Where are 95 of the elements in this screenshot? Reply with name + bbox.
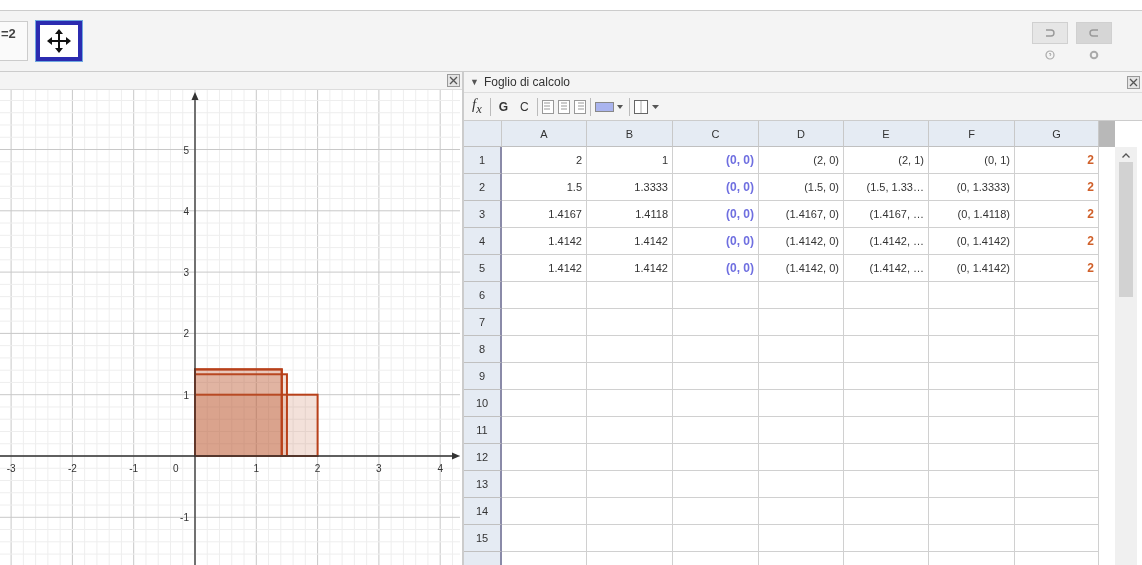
axis-label: 0	[173, 463, 179, 474]
row-header[interactable]: 7	[464, 309, 502, 336]
scrollbar-thumb[interactable]	[1119, 162, 1133, 297]
row-header[interactable]: 13	[464, 471, 502, 498]
table-cell: 1.4142	[587, 255, 673, 282]
table-cell: 2	[1015, 228, 1099, 255]
settings-icon[interactable]	[1089, 50, 1099, 60]
row-header[interactable]: 6	[464, 282, 502, 309]
table-cell: (0, 1.4118)	[929, 201, 1015, 228]
table-cell: (0, 1.4142)	[929, 228, 1015, 255]
row-header[interactable]: 5	[464, 255, 502, 282]
scroll-up-icon[interactable]	[1122, 153, 1130, 158]
axis-label: 1	[183, 389, 189, 401]
row-header[interactable]: 4	[464, 228, 502, 255]
table-cell: (1.5, 0)	[759, 174, 844, 201]
color-dropdown[interactable]	[594, 100, 625, 113]
collapse-arrow[interactable]: ▼	[470, 77, 479, 87]
redo-button[interactable]	[1076, 22, 1112, 44]
move-tool[interactable]	[36, 21, 82, 61]
redo-icon	[1088, 28, 1100, 38]
table-cell: 1.4142	[502, 228, 587, 255]
close-button[interactable]	[1127, 75, 1140, 89]
axis-label: 2	[314, 463, 321, 474]
table-cell: (1.4167, …	[844, 201, 929, 228]
table-cell: 1.5	[502, 174, 587, 201]
row-header[interactable]: 15	[464, 525, 502, 552]
function-button[interactable]: f$_{x}$	[468, 96, 486, 117]
column-header[interactable]: C	[673, 121, 759, 147]
align-icon[interactable]	[573, 99, 586, 114]
table-cell: (1.4142, …	[844, 255, 929, 282]
axis-label: 4	[183, 205, 189, 217]
axis-label: -1	[180, 512, 189, 524]
table-cell: (1.4142, 0)	[759, 228, 844, 255]
slider-tool[interactable]: =2	[0, 21, 28, 61]
table-cell: 1.3333	[587, 174, 673, 201]
table-cell: (1.4142, 0)	[759, 255, 844, 282]
table-cell: (1.4167, 0)	[759, 201, 844, 228]
table-cell: (0, 1)	[929, 147, 1015, 174]
align-icon[interactable]	[541, 99, 554, 114]
table-cell: 2	[502, 147, 587, 174]
undo-button[interactable]	[1032, 22, 1068, 44]
row-header[interactable]: 9	[464, 363, 502, 390]
table-cell: (2, 0)	[759, 147, 844, 174]
row-header[interactable]: 11	[464, 417, 502, 444]
table-cell: 2	[1015, 255, 1099, 282]
table-cell: (0, 1.4142)	[929, 255, 1015, 282]
axis-label: -2	[67, 463, 77, 474]
axis-label: 5	[183, 144, 189, 156]
border-dropdown[interactable]	[633, 99, 662, 114]
axis-label: 2	[183, 328, 189, 340]
table-cell: 2	[1015, 201, 1099, 228]
table-cell: (0, 1.3333)	[929, 174, 1015, 201]
table-cell: (0, 0)	[673, 147, 759, 174]
close-button[interactable]	[447, 74, 460, 87]
row-header[interactable]: 8	[464, 336, 502, 363]
table-cell: 2	[1015, 174, 1099, 201]
move-icon	[47, 29, 71, 53]
table-cell: (0, 0)	[673, 174, 759, 201]
help-icon[interactable]	[1045, 50, 1055, 60]
panel-title: Foglio di calcolo	[483, 75, 570, 89]
axis-label: -1	[129, 463, 139, 474]
row-header[interactable]: 14	[464, 498, 502, 525]
row-header[interactable]: 12	[464, 444, 502, 471]
column-header[interactable]: B	[587, 121, 673, 147]
table-cell: (1.4142, …	[844, 228, 929, 255]
table-cell: (2, 1)	[844, 147, 929, 174]
axis-label: 4	[437, 463, 443, 474]
row-header[interactable]: 10	[464, 390, 502, 417]
table-cell: (1.5, 1.33…	[844, 174, 929, 201]
axis-label: 3	[183, 267, 189, 279]
table-cell: (0, 0)	[673, 255, 759, 282]
table-cell: 1.4118	[587, 201, 673, 228]
italic-button[interactable]: C	[516, 99, 533, 114]
table-cell: (0, 0)	[673, 228, 759, 255]
table-cell: 1.4142	[502, 255, 587, 282]
column-header[interactable]: D	[759, 121, 844, 147]
align-icon[interactable]	[557, 99, 570, 114]
axis-label: -3	[6, 463, 16, 474]
row-header[interactable]: 2	[464, 174, 502, 201]
table-cell: (0, 0)	[673, 201, 759, 228]
undo-icon	[1044, 28, 1056, 38]
table-cell: 2	[1015, 147, 1099, 174]
axis-label: 1	[253, 463, 260, 474]
column-header[interactable]: A	[502, 121, 587, 147]
table-cell: 1.4142	[587, 228, 673, 255]
header-corner	[1099, 121, 1115, 147]
table-cell: 1	[587, 147, 673, 174]
row-header[interactable]: 3	[464, 201, 502, 228]
row-header[interactable]: 1	[464, 147, 502, 174]
column-header[interactable]: E	[844, 121, 929, 147]
bold-button[interactable]: G	[494, 99, 513, 114]
table-cell: 1.4167	[502, 201, 587, 228]
column-header[interactable]: G	[1015, 121, 1099, 147]
axis-label: 3	[376, 463, 382, 474]
column-header[interactable]: F	[929, 121, 1015, 147]
